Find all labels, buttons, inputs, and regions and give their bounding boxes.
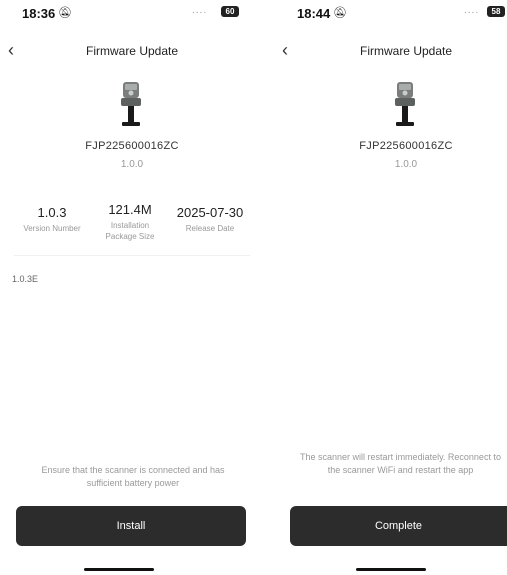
info-value: 1.0.3 xyxy=(37,205,67,220)
bell-muted-icon: 🔕︎ xyxy=(58,7,72,19)
battery-icon: 58 xyxy=(487,6,505,17)
status-time: 18:36 xyxy=(22,6,56,21)
info-value: 2025-07-30 xyxy=(176,205,244,220)
scanner-device-image xyxy=(395,82,415,126)
device-serial: FJP225600016ZC xyxy=(85,140,179,152)
info-package-size: 121.4M Installation Package Size xyxy=(90,202,170,242)
restart-hint: The scanner will restart immediately. Re… xyxy=(300,452,501,475)
info-label: Installation Package Size xyxy=(105,221,155,241)
divider xyxy=(14,255,250,256)
device-serial: FJP225600016ZC xyxy=(359,140,453,152)
screen-install: 18:36 🔕︎ .... 60 ‹ Firmware Update FJP22… xyxy=(0,0,264,575)
release-notes: 1.0.3E xyxy=(12,274,39,284)
chevron-left-icon[interactable]: ‹ xyxy=(8,40,14,61)
scanner-device-image xyxy=(121,82,141,126)
chevron-left-icon[interactable]: ‹ xyxy=(282,40,288,61)
info-release-date: 2025-07-30 Release Date xyxy=(170,205,250,234)
install-button[interactable]: Install xyxy=(16,506,246,546)
signal-icon: .... xyxy=(464,5,480,16)
home-indicator xyxy=(84,568,154,571)
home-indicator xyxy=(356,568,426,571)
connection-hint: Ensure that the scanner is connected and… xyxy=(41,465,225,488)
page-title: Firmware Update xyxy=(359,44,453,58)
info-value: 121.4M xyxy=(108,202,152,217)
device-version: 1.0.0 xyxy=(120,159,144,170)
device-version: 1.0.0 xyxy=(394,159,418,170)
bell-muted-icon: 🔕︎ xyxy=(333,7,347,19)
screen-complete: 18:44 🔕︎ .... 58 ‹ Firmware Update FJP22… xyxy=(274,0,507,575)
info-version-number: 1.0.3 Version Number xyxy=(12,205,92,234)
page-title: Firmware Update xyxy=(85,44,179,58)
status-time: 18:44 xyxy=(297,6,331,21)
info-label: Version Number xyxy=(23,224,81,233)
signal-icon: .... xyxy=(192,5,208,16)
complete-button[interactable]: Complete xyxy=(290,506,507,546)
info-label: Release Date xyxy=(185,224,235,233)
status-bar: 18:36 🔕︎ .... 60 xyxy=(0,0,264,24)
status-bar: 18:44 🔕︎ .... 58 xyxy=(274,0,507,24)
battery-icon: 60 xyxy=(221,6,239,17)
